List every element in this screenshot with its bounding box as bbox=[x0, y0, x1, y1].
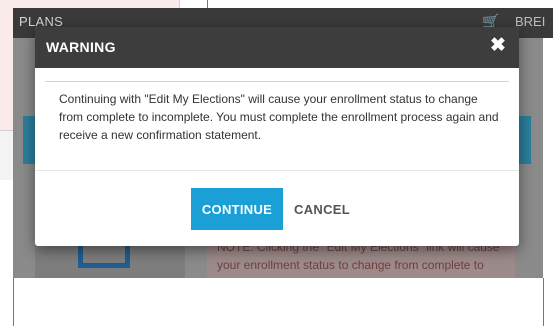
monitor-icon bbox=[78, 244, 130, 268]
modal-title: WARNING bbox=[46, 39, 116, 55]
divider bbox=[13, 278, 14, 326]
divider bbox=[543, 278, 544, 326]
divider bbox=[35, 170, 519, 171]
nav-user-name[interactable]: BREI bbox=[515, 14, 545, 29]
warning-modal: WARNING ✖ Continuing with "Edit My Elect… bbox=[35, 27, 519, 246]
continue-button[interactable]: CONTINUE bbox=[191, 188, 283, 230]
screen: edit to co eiv PLANS 🛒 BREI NOTE: Clicki… bbox=[0, 0, 553, 326]
close-icon[interactable]: ✖ bbox=[488, 36, 508, 56]
background-banner-edge bbox=[517, 116, 531, 164]
modal-message: Continuing with "Edit My Elections" will… bbox=[59, 92, 499, 142]
divider bbox=[45, 81, 509, 82]
background-banner-edge bbox=[23, 116, 35, 164]
cancel-button[interactable]: CANCEL bbox=[287, 188, 357, 230]
modal-header: WARNING ✖ bbox=[35, 27, 519, 68]
